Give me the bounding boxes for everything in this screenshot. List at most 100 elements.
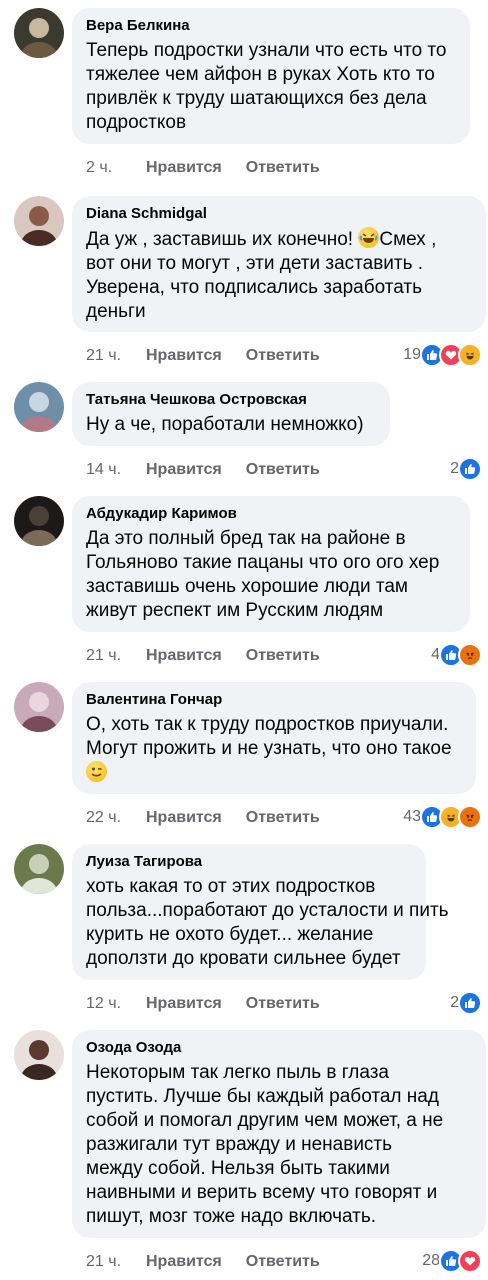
- like-button[interactable]: Нравится: [146, 994, 222, 1014]
- comment-text: Да это полный бред так на районе в Гольян…: [86, 527, 456, 623]
- comment-text: О, хоть так к труду подростков приучали.…: [86, 713, 462, 786]
- comment-text: Да уж , заставишь их конечно! Смех , вот …: [86, 227, 472, 324]
- comment-text-line: Теперь подростки узнали что есть что то: [86, 40, 447, 61]
- like-button[interactable]: Нравится: [146, 346, 222, 366]
- comment-author[interactable]: Вера Белкина: [86, 16, 456, 36]
- comment-text-line: собой и помогал другим чем может, а не: [86, 1110, 444, 1131]
- love-reaction-icon: [458, 1249, 482, 1273]
- laughing-emoji-icon: [358, 227, 380, 248]
- comment-text: Ну а че, поработали немножко): [86, 413, 376, 437]
- comment-actions: 21 ч. Нравится Ответить: [86, 646, 320, 666]
- reactions-summary[interactable]: 28: [422, 1249, 482, 1273]
- reply-button[interactable]: Ответить: [246, 808, 320, 828]
- like-button[interactable]: Нравится: [146, 1252, 222, 1272]
- comment-bubble: Вера Белкина Теперь подростки узнали что …: [72, 8, 470, 144]
- reply-button[interactable]: Ответить: [246, 460, 320, 480]
- comment-text-line: разжигали тут вражду и ненависть: [86, 1134, 393, 1155]
- comment-bubble: Diana Schmidgal Да уж , заставишь их коне…: [72, 196, 486, 332]
- reply-button[interactable]: Ответить: [246, 994, 320, 1014]
- comment-author[interactable]: Абдукадир Каримов: [86, 504, 456, 524]
- like-button[interactable]: Нравится: [146, 808, 222, 828]
- angry-reaction-icon: [458, 643, 482, 667]
- comment-text-line: привлёк к труду шатающихся без дела: [86, 88, 427, 109]
- comment-bubble: Луиза Тагирова хоть какая то от этих подр…: [72, 844, 449, 980]
- comment-text: Теперь подростки узнали что есть что то т…: [86, 39, 456, 135]
- comment-text-line: Могут прожить и не узнать, что оно такое: [86, 738, 452, 759]
- comment-actions: 12 ч. Нравится Ответить: [86, 994, 320, 1014]
- comment-bubble: Татьяна Чешкова Островская Ну а че, пораб…: [72, 382, 390, 446]
- comment-timestamp[interactable]: 2 ч.: [86, 158, 146, 178]
- comment-actions: 21 ч. Нравится Ответить: [86, 1252, 320, 1272]
- comment-author[interactable]: Diana Schmidgal: [86, 204, 472, 224]
- reply-button[interactable]: Ответить: [246, 346, 320, 366]
- comment-text-line: Гольяново такие пацаны что ого ого хер: [86, 552, 440, 573]
- comment-text-line: деньги: [86, 301, 146, 322]
- comment-text-line: подростков: [86, 112, 187, 133]
- comment-text-line: польза...поработают до усталости и пить: [86, 900, 449, 921]
- comment-text-line: Уверена, что подписались заработать: [86, 277, 422, 298]
- angry-reaction-icon: [458, 805, 482, 829]
- avatar[interactable]: [14, 682, 64, 732]
- comment-text-line: Ну а че, поработали немножко): [86, 414, 364, 435]
- comment-author[interactable]: Валентина Гончар: [86, 690, 462, 710]
- like-button[interactable]: Нравится: [146, 460, 222, 480]
- avatar[interactable]: [14, 196, 64, 246]
- winking-emoji-icon: [86, 761, 107, 782]
- comment-author[interactable]: Озода Озода: [86, 1038, 472, 1058]
- comment-text-fragment: Смех ,: [379, 229, 437, 250]
- avatar[interactable]: [14, 1030, 64, 1080]
- comment-text-line: пустить. Лучше бы каждый работал над: [86, 1086, 439, 1107]
- comment-text-line: живут респект им Русским людям: [86, 600, 384, 621]
- comment-text-line: между собой. Нельзя быть такими: [86, 1158, 390, 1179]
- reactions-summary[interactable]: 19: [403, 343, 482, 367]
- comment-text-line: курить не охото будет... желание: [86, 924, 374, 945]
- haha-reaction-icon: [458, 343, 482, 367]
- avatar[interactable]: [14, 496, 64, 546]
- comment-timestamp[interactable]: 21 ч.: [86, 346, 146, 366]
- comment-text-line: вот они то могут , эти дети заставить .: [86, 253, 424, 274]
- reactions-summary[interactable]: 43: [403, 805, 482, 829]
- comment-bubble: Абдукадир Каримов Да это полный бред так …: [72, 496, 470, 632]
- comment-text-line: Да уж , заставишь их конечно! Смех ,: [86, 227, 472, 252]
- reply-button[interactable]: Ответить: [246, 646, 320, 666]
- comment-text-line: доползти до кровати сильнее будет: [86, 948, 401, 969]
- reactions-summary[interactable]: 2: [450, 991, 482, 1015]
- reaction-count: 43: [403, 808, 421, 825]
- reply-button[interactable]: Ответить: [246, 158, 320, 178]
- comment-author[interactable]: Луиза Тагирова: [86, 852, 412, 872]
- comment-text-line: [86, 761, 462, 786]
- avatar[interactable]: [14, 8, 64, 58]
- comment-timestamp[interactable]: 21 ч.: [86, 646, 146, 666]
- comment-timestamp[interactable]: 14 ч.: [86, 460, 146, 480]
- comment-actions: 14 ч. Нравится Ответить: [86, 460, 320, 480]
- comment-text: хоть какая то от этих подростков польза..…: [86, 875, 449, 971]
- comment-actions: 2 ч. Нравится Ответить: [86, 158, 320, 178]
- comment-text-line: пишут, мозг тоже надо включать.: [86, 1206, 376, 1227]
- like-reaction-icon: [458, 991, 482, 1015]
- comment-author[interactable]: Татьяна Чешкова Островская: [86, 390, 376, 410]
- comment-text-line: хоть какая то от этих подростков: [86, 876, 376, 897]
- avatar[interactable]: [14, 382, 64, 432]
- comment-text-line: наивными и верить всему что говорят и: [86, 1182, 438, 1203]
- comment-bubble: Озода Озода Некоторым так легко пыль в гл…: [72, 1030, 486, 1238]
- comment-timestamp[interactable]: 21 ч.: [86, 1252, 146, 1272]
- like-button[interactable]: Нравится: [146, 646, 222, 666]
- comment-text: Некоторым так легко пыль в глаза пустить.…: [86, 1061, 472, 1229]
- comment-bubble: Валентина Гончар О, хоть так к труду подр…: [72, 682, 476, 794]
- reply-button[interactable]: Ответить: [246, 1252, 320, 1272]
- reaction-count: 19: [403, 346, 421, 363]
- comment-actions: 22 ч. Нравится Ответить: [86, 808, 320, 828]
- like-button[interactable]: Нравится: [146, 158, 222, 178]
- avatar[interactable]: [14, 844, 64, 894]
- comment-text-line: О, хоть так к труду подростков приучали.: [86, 714, 449, 735]
- reactions-summary[interactable]: 4: [431, 643, 482, 667]
- like-reaction-icon: [458, 457, 482, 481]
- comment-timestamp[interactable]: 12 ч.: [86, 994, 146, 1014]
- comment-text-line: Некоторым так легко пыль в глаза: [86, 1062, 389, 1083]
- comment-timestamp[interactable]: 22 ч.: [86, 808, 146, 828]
- comment-text-line: тяжелее чем айфон в руках Хоть кто то: [86, 64, 435, 85]
- comment-text-fragment: Да уж , заставишь их конечно!: [86, 229, 359, 250]
- reactions-summary[interactable]: 2: [450, 457, 482, 481]
- reaction-count: 28: [422, 1252, 440, 1269]
- comment-text-line: Да это полный бред так на районе в: [86, 528, 406, 549]
